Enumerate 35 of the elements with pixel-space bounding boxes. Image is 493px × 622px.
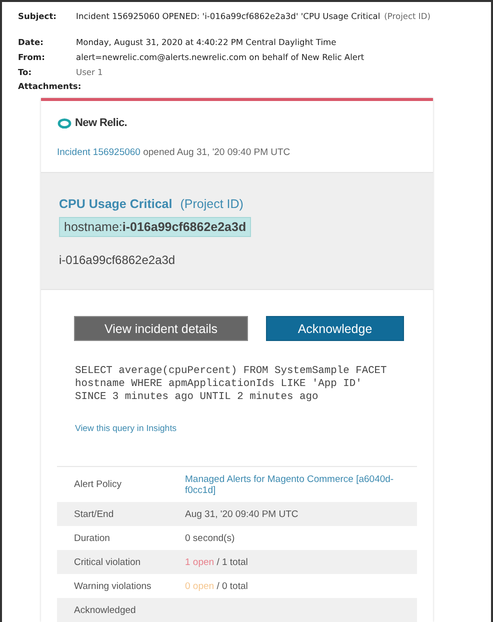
- query-text: SELECT average(cpuPercent) FROM SystemSample FACET hostname WHERE apmApplicationIds LIKE 'App ID' SINCE 3 minutes ago UNTIL 2 minutes ago: [75, 365, 388, 404]
- policy-link[interactable]: Managed Alerts for Magento Commerce [a6040d-f0cc1d]: [185, 474, 399, 496]
- insights-link[interactable]: View this query in Insights: [75, 423, 177, 433]
- detail-label: Start/End: [73, 508, 115, 520]
- total-count: / 1 total: [216, 556, 248, 568]
- total-count: / 0 total: [216, 580, 248, 592]
- field-value: Monday, August 31, 2020 at 4:40:22 PM Central Daylight Time: [76, 36, 336, 49]
- ring-icon: [57, 118, 72, 128]
- field-value: User 1: [76, 66, 103, 79]
- hostname-tag: hostname:i-016a99cf6862e2a3d: [59, 217, 252, 237]
- open-count: 1 open: [185, 556, 214, 568]
- incident-link[interactable]: Incident 156925060: [57, 147, 140, 158]
- project-label: (Project ID): [180, 197, 244, 211]
- detail-label: Warning violations: [73, 580, 152, 592]
- entity-id: i-016a99cf6862e2a3d: [59, 253, 176, 267]
- incident-line: Incident 156925060 opened Aug 31, '20 09:40 PM UTC: [57, 147, 292, 158]
- field-value: Incident 156925060 OPENED: 'i-016a99cf6862e2a3d' 'CPU Usage Critical: [76, 10, 380, 23]
- logo-text: New Relic.: [75, 117, 128, 129]
- field-label: Attachments:: [18, 80, 82, 93]
- acknowledge-button[interactable]: Acknowledge: [266, 316, 404, 341]
- detail-value: Aug 31, '20 09:40 PM UTC: [185, 508, 298, 520]
- field-label: Date:: [18, 36, 44, 49]
- field-value: (Project ID): [384, 10, 431, 23]
- open-count: 0 open: [185, 580, 214, 592]
- field-value: alert=newrelic.com@alerts.newrelic.com on behalf of New Relic Alert: [76, 51, 364, 64]
- field-label: To:: [18, 66, 33, 79]
- condition-title: CPU Usage Critical: [59, 197, 172, 211]
- details-button[interactable]: View incident details: [74, 316, 248, 341]
- field-label: From:: [18, 51, 46, 64]
- field-label: Subject:: [18, 10, 58, 23]
- detail-label: Alert Policy: [73, 479, 123, 490]
- detail-label: Critical violation: [73, 556, 142, 568]
- detail-label: Acknowledged: [73, 604, 137, 616]
- detail-value: 0 second(s): [185, 532, 235, 544]
- detail-label: Duration: [73, 532, 111, 544]
